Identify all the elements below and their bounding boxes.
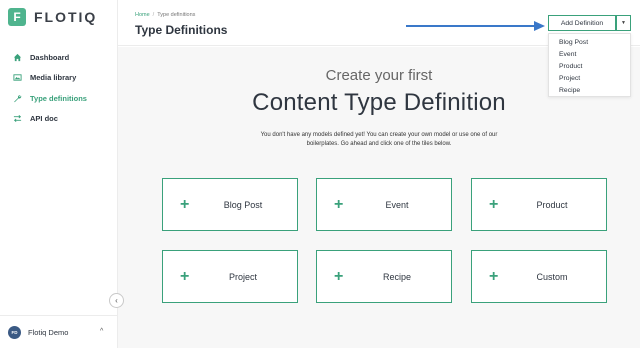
menu-item-event[interactable]: Event <box>549 49 630 61</box>
tile-label: Blog Post <box>223 199 263 210</box>
tile-label: Custom <box>536 271 568 282</box>
brand-name: FLOTIQ <box>34 9 98 25</box>
tile-label: Recipe <box>382 271 411 282</box>
breadcrumb: Home / Type definitions <box>135 12 195 18</box>
brand[interactable]: F FLOTIQ <box>8 8 97 26</box>
tile-label: Project <box>228 271 257 282</box>
add-definition-dropdown-toggle[interactable]: ▼ <box>616 15 631 31</box>
chevron-up-icon[interactable]: ^ <box>100 328 103 335</box>
flotiq-logo-icon: F <box>8 8 26 26</box>
hero-description-line: boilerplates. Go ahead and click one of … <box>306 141 452 147</box>
breadcrumb-current: Type definitions <box>157 12 196 18</box>
sidebar-item-label: API doc <box>30 114 58 123</box>
sidebar-item-type-definitions[interactable]: Type definitions <box>0 88 117 108</box>
swap-icon <box>12 114 22 124</box>
menu-item-blog-post[interactable]: Blog Post <box>549 37 630 49</box>
sidebar-item-dashboard[interactable]: Dashboard <box>0 47 117 67</box>
home-icon <box>12 52 22 62</box>
tile-project[interactable]: + Project <box>162 250 298 303</box>
tile-blog-post[interactable]: + Blog Post <box>162 178 298 231</box>
annotation-arrow-icon <box>406 21 545 31</box>
sidebar-item-label: Type definitions <box>30 93 87 103</box>
collapse-sidebar-button[interactable]: ‹ <box>109 293 124 308</box>
breadcrumb-separator: / <box>152 12 155 18</box>
page-title: Type Definitions <box>135 23 228 37</box>
hero-description-line: You don't have any models defined yet! Y… <box>260 132 498 138</box>
wrench-icon <box>12 93 22 103</box>
menu-item-product[interactable]: Product <box>549 61 630 73</box>
tile-label: Event <box>385 199 409 210</box>
breadcrumb-home-link[interactable]: Home <box>135 12 150 18</box>
user-name: Flotiq Demo <box>28 327 69 337</box>
image-icon <box>12 73 22 83</box>
tile-recipe[interactable]: + Recipe <box>316 250 452 303</box>
user-menu[interactable]: FD Flotiq Demo ^ <box>0 315 117 348</box>
tile-product[interactable]: + Product <box>471 178 607 231</box>
sidebar-item-label: Media library <box>30 73 77 82</box>
tile-label: Product <box>536 199 568 210</box>
tile-event[interactable]: + Event <box>316 178 452 231</box>
sidebar-item-media-library[interactable]: Media library <box>0 68 117 88</box>
hero-description: You don't have any models defined yet! Y… <box>118 131 640 149</box>
avatar: FD <box>8 325 21 339</box>
add-definition-menu: Blog Post Event Product Project Recipe <box>548 33 631 97</box>
sidebar: F FLOTIQ Dashboard Media library Type de… <box>0 0 118 348</box>
add-definition-button[interactable]: Add Definition <box>548 15 616 31</box>
tile-custom[interactable]: + Custom <box>471 250 607 303</box>
menu-item-recipe[interactable]: Recipe <box>549 85 630 97</box>
menu-item-project[interactable]: Project <box>549 73 630 85</box>
sidebar-item-label: Dashboard <box>30 52 70 62</box>
sidebar-nav: Dashboard Media library Type definitions… <box>0 47 117 129</box>
sidebar-item-api-doc[interactable]: API doc <box>0 109 117 129</box>
